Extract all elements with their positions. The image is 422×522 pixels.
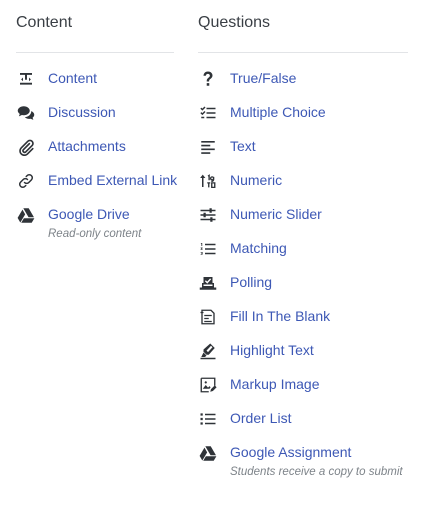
content-item-attachments[interactable]: Attachments: [16, 133, 174, 161]
question-item-numeric-slider[interactable]: Numeric Slider: [198, 201, 408, 229]
link-icon: [16, 171, 36, 191]
question-mark-icon: [198, 69, 218, 89]
question-item-order-list-label: Order List: [230, 410, 292, 426]
paperclip-icon: [16, 137, 36, 157]
question-item-fill-in-the-blank-label: Fill In The Blank: [230, 308, 331, 324]
questions-column-title: Questions: [198, 14, 271, 31]
question-item-markup-image[interactable]: Markup Image: [198, 371, 408, 399]
content-item-google-drive-sublabel: Read-only content: [48, 228, 142, 240]
content-item-embed-link[interactable]: Embed External Link: [16, 167, 178, 195]
content-item-discussion[interactable]: Discussion: [16, 99, 174, 127]
google-drive-icon: [16, 205, 36, 225]
checklist-icon: [198, 103, 218, 123]
question-item-numeric-label: Numeric: [230, 172, 283, 188]
text-lines-icon: [198, 137, 218, 157]
image-edit-icon: [198, 375, 218, 395]
bulleted-list-icon: [198, 409, 218, 429]
slider-icon: [198, 205, 218, 225]
content-item-content-label: Content: [48, 70, 98, 86]
google-drive-icon: [198, 443, 218, 463]
question-item-markup-image-label: Markup Image: [230, 376, 320, 392]
question-item-matching-label: Matching: [230, 240, 287, 256]
content-item-content[interactable]: Content: [16, 65, 174, 93]
question-item-highlight-text-label: Highlight Text: [230, 342, 314, 358]
question-item-matching[interactable]: Matching: [198, 235, 408, 263]
numeric-sort-icon: [198, 171, 218, 191]
question-item-numeric[interactable]: Numeric: [198, 167, 408, 195]
content-item-embed-link-label: Embed External Link: [48, 172, 178, 188]
question-item-fill-in-the-blank[interactable]: Fill In The Blank: [198, 303, 408, 331]
question-item-text[interactable]: Text: [198, 133, 408, 161]
question-item-google-assignment-label: Google Assignment: [230, 444, 352, 460]
questions-divider: [198, 52, 408, 53]
highlighter-icon: [198, 341, 218, 361]
question-item-highlight-text[interactable]: Highlight Text: [198, 337, 408, 365]
content-column-title: Content: [16, 14, 73, 31]
question-item-numeric-slider-label: Numeric Slider: [230, 206, 322, 222]
question-item-polling-label: Polling: [230, 274, 273, 290]
question-item-polling[interactable]: Polling: [198, 269, 408, 297]
fill-blank-document-icon: [198, 307, 218, 327]
question-item-true-false-label: True/False: [230, 70, 297, 86]
content-item-google-drive[interactable]: Google Drive Read-only content: [16, 201, 174, 247]
numbered-list-icon: [198, 239, 218, 259]
content-divider: [16, 52, 174, 53]
content-item-google-drive-label: Google Drive: [48, 206, 130, 222]
add-item-panel: Content Content Discussion Attachments E…: [0, 0, 422, 522]
question-item-multiple-choice-label: Multiple Choice: [230, 104, 326, 120]
ballot-box-icon: [198, 273, 218, 293]
content-item-discussion-label: Discussion: [48, 104, 116, 120]
question-item-multiple-choice[interactable]: Multiple Choice: [198, 99, 408, 127]
content-item-attachments-label: Attachments: [48, 138, 126, 154]
text-format-icon: [16, 69, 36, 89]
question-item-google-assignment-sublabel: Students receive a copy to submit: [230, 466, 403, 478]
chat-bubbles-icon: [16, 103, 36, 123]
question-item-order-list[interactable]: Order List: [198, 405, 408, 433]
question-item-text-label: Text: [230, 138, 256, 154]
question-item-google-assignment[interactable]: Google Assignment Students receive a cop…: [198, 439, 408, 485]
question-item-true-false[interactable]: True/False: [198, 65, 408, 93]
